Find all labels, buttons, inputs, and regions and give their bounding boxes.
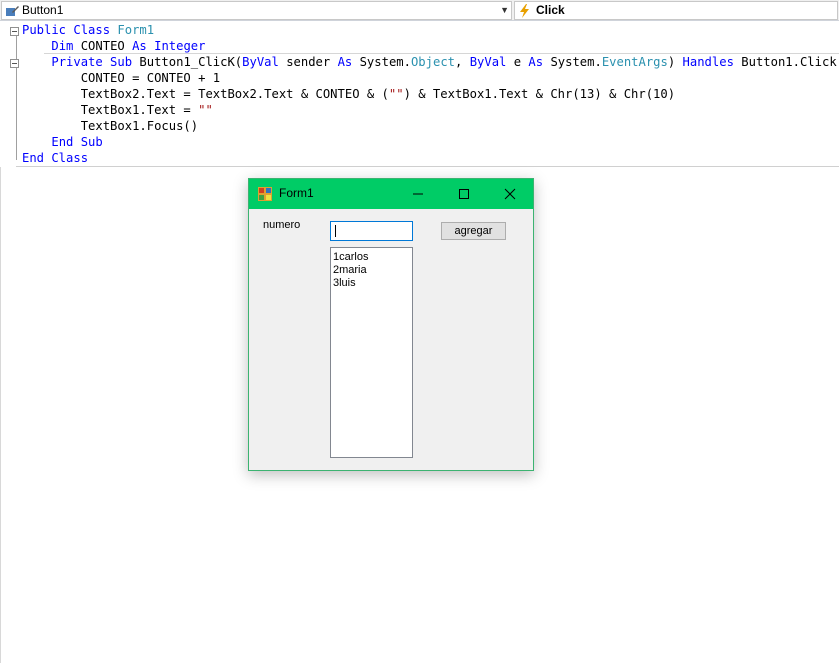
numero-label: numero <box>263 219 301 231</box>
close-icon <box>504 188 516 200</box>
minimize-icon <box>413 193 423 195</box>
collapse-icon[interactable] <box>10 27 19 36</box>
code-editor[interactable]: Public Class Form1 Dim CONTEO As Integer… <box>0 21 839 167</box>
control-icon <box>4 3 20 19</box>
form-app-icon <box>258 187 272 201</box>
window-title: Form1 <box>279 186 314 200</box>
code-line-8: End Sub <box>51 135 103 149</box>
editor-left-border <box>0 167 1 663</box>
code-line-9: End Class <box>22 151 89 165</box>
maximize-icon <box>459 189 469 199</box>
code-line-3: Private Sub Button1_ClicK(ByVal sender A… <box>51 55 837 69</box>
minimize-button[interactable] <box>395 179 441 209</box>
object-dropdown[interactable]: Button1 ▼ <box>1 1 512 20</box>
numero-input[interactable] <box>330 221 413 241</box>
list-item: 3luis <box>333 277 356 289</box>
maximize-button[interactable] <box>441 179 487 209</box>
outline-guide <box>16 30 17 160</box>
code-navigation-bar: Button1 ▼ Click <box>0 0 839 21</box>
lightning-icon <box>517 3 533 19</box>
text-caret <box>335 225 336 237</box>
agregar-button[interactable]: agregar <box>441 222 506 240</box>
code-line-7: TextBox1.Focus() <box>80 119 199 133</box>
collapse-icon[interactable] <box>10 59 19 68</box>
chevron-down-icon: ▼ <box>500 5 509 15</box>
code-line-5: TextBox2.Text = TextBox2.Text & CONTEO &… <box>80 87 676 101</box>
code-line-6: TextBox1.Text = "" <box>80 103 213 117</box>
object-dropdown-value: Button1 <box>22 3 64 17</box>
names-textbox[interactable]: 1carlos 2maria 3luis <box>330 247 413 458</box>
editor-divider <box>16 166 839 167</box>
list-item: 1carlos <box>333 251 369 263</box>
code-line-2: Dim CONTEO As Integer <box>51 39 206 53</box>
close-button[interactable] <box>487 179 533 209</box>
form1-window: Form1 numero agregar 1carlos 2maria 3lui… <box>248 178 534 471</box>
event-dropdown-value: Click <box>536 3 565 17</box>
code-line-1: Public Class Form1 <box>22 23 155 37</box>
event-dropdown[interactable]: Click <box>514 1 838 20</box>
code-line-4: CONTEO = CONTEO + 1 <box>80 71 221 85</box>
list-item: 2maria <box>333 264 367 276</box>
window-titlebar[interactable]: Form1 <box>249 179 533 209</box>
